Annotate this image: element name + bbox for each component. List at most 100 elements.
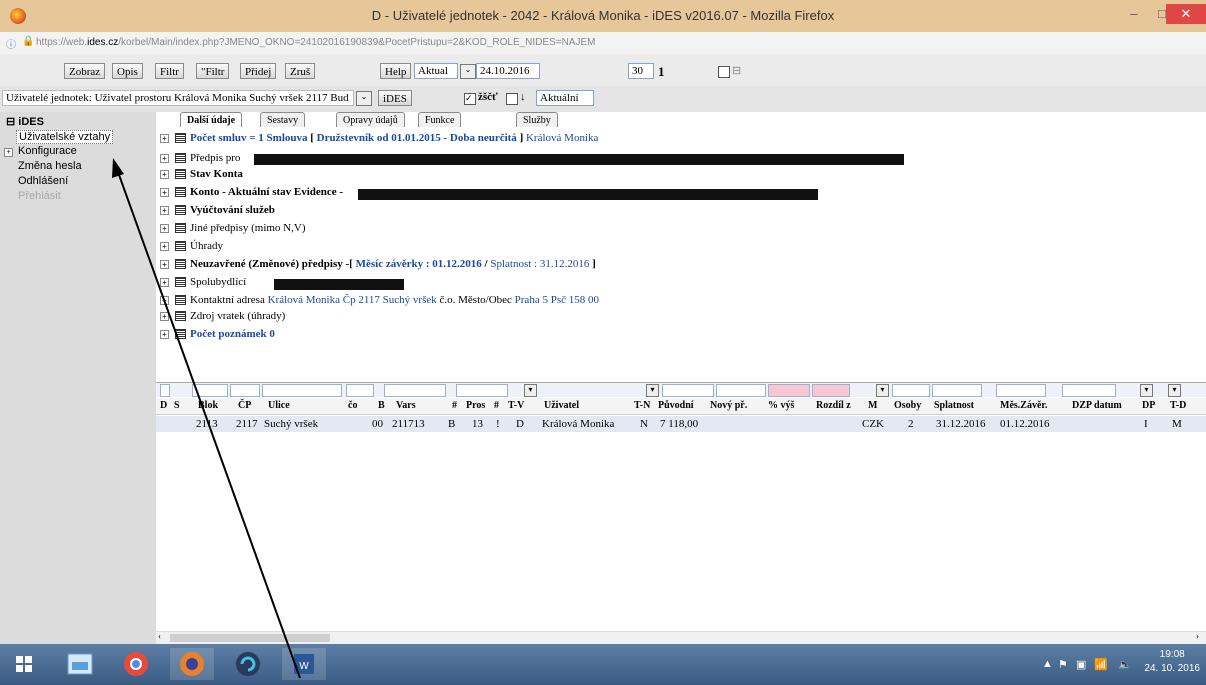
filter-input[interactable] xyxy=(812,384,850,397)
expand-icon[interactable]: + xyxy=(160,187,169,197)
sidebar-item-zmena-hesla[interactable]: Změna hesla xyxy=(18,160,82,172)
chrome-icon[interactable] xyxy=(114,648,158,680)
sort-checkbox[interactable] xyxy=(506,93,518,105)
filter-input[interactable] xyxy=(1062,384,1116,397)
filter-input[interactable] xyxy=(716,384,766,397)
expand-icon[interactable]: + xyxy=(160,223,169,233)
column-header[interactable]: DZP datum xyxy=(1072,400,1122,411)
aktual-select[interactable]: Aktual xyxy=(414,63,458,79)
app-icon[interactable] xyxy=(226,648,270,680)
column-header[interactable]: T-D xyxy=(1170,400,1186,411)
chevron-down-icon[interactable]: ⌄ xyxy=(356,91,372,106)
expand-icon[interactable]: + xyxy=(160,295,169,305)
toolbar-checkbox[interactable] xyxy=(718,66,730,78)
pridej-button[interactable]: Přidej xyxy=(240,63,277,79)
filter-input[interactable] xyxy=(192,384,228,397)
filter-input[interactable] xyxy=(384,384,446,397)
filter-input[interactable] xyxy=(768,384,810,397)
address-bar[interactable]: ⓘ 🔒 https://web.ides.cz/korbel/Main/inde… xyxy=(0,32,1206,55)
filter-input[interactable] xyxy=(230,384,260,397)
chevron-down-icon[interactable]: ⌄ xyxy=(460,64,476,79)
column-header[interactable]: # xyxy=(452,400,457,411)
chevron-down-icon[interactable]: ▾ xyxy=(1168,384,1181,397)
expand-icon[interactable]: + xyxy=(160,241,169,251)
column-header[interactable]: Blok xyxy=(198,400,218,411)
column-header[interactable]: B xyxy=(378,400,385,411)
filter-input[interactable] xyxy=(262,384,342,397)
filtr-button[interactable]: Filtr xyxy=(155,63,184,79)
filter-input[interactable] xyxy=(996,384,1046,397)
sidebar-item-prehlasit[interactable]: Přehlásit xyxy=(18,190,61,202)
scroll-right-icon[interactable]: › xyxy=(1196,631,1199,641)
detail-row-poznamky[interactable]: + Počet poznámek 0 xyxy=(160,328,275,342)
column-header[interactable]: Ulice xyxy=(268,400,290,411)
clock[interactable]: 19:08 24. 10. 2016 xyxy=(1144,648,1200,676)
column-header[interactable]: DP xyxy=(1142,400,1155,411)
file-explorer-icon[interactable] xyxy=(58,648,102,680)
firefox-taskbar-icon[interactable] xyxy=(170,648,214,680)
detail-row-zdroj-vratek[interactable]: + Zdroj vratek (úhrady) xyxy=(160,310,285,324)
column-header[interactable]: ČP xyxy=(238,400,251,411)
detail-row-uhrady[interactable]: + Úhrady xyxy=(160,240,223,254)
column-header[interactable]: % výš xyxy=(768,400,794,411)
column-header[interactable]: D xyxy=(160,400,167,411)
display-icon[interactable]: ▣ xyxy=(1076,658,1086,671)
chevron-down-icon[interactable]: ▾ xyxy=(1140,384,1153,397)
column-header[interactable]: M xyxy=(868,400,877,411)
context-select[interactable]: Uživatelé jednotek: Uživatel prostoru Kr… xyxy=(2,90,354,106)
scroll-left-icon[interactable]: ‹ xyxy=(158,631,161,641)
filter-input[interactable] xyxy=(456,384,508,397)
zobraz-button[interactable]: Zobraz xyxy=(64,63,106,79)
tab-sestavy[interactable]: Sestavy xyxy=(260,112,306,127)
detail-row-jine-predpisy[interactable]: + Jiné předpisy (mimo N,V) xyxy=(160,222,305,236)
column-header[interactable]: Původní xyxy=(658,400,694,411)
expand-icon[interactable]: + xyxy=(160,153,169,163)
detail-row-smlouvy[interactable]: + Počet smluv = 1 Smlouva [ Družstevník o… xyxy=(160,132,598,146)
date-input[interactable]: 24.10.2016 xyxy=(476,63,540,79)
table-row[interactable]: 2113 2117 Suchý vršek 00 211713 B 13 ! D… xyxy=(156,416,1206,432)
minimize-button[interactable]: – xyxy=(1120,4,1148,24)
column-header[interactable]: # xyxy=(494,400,499,411)
detail-row-kontaktni-adresa[interactable]: + Kontaktní adresa Králová Monika Čp 2117… xyxy=(160,294,599,308)
expand-icon[interactable]: + xyxy=(160,329,169,339)
zsct-checkbox[interactable]: ✓ xyxy=(464,93,476,105)
page-size-input[interactable]: 30 xyxy=(628,63,654,79)
detail-row-spolubydlici[interactable]: + Spolubydlící xyxy=(160,276,246,290)
scrollbar-thumb[interactable] xyxy=(170,634,330,642)
tab-funkce[interactable]: Funkce xyxy=(418,112,462,127)
chevron-down-icon[interactable]: ▾ xyxy=(524,384,537,397)
sidebar-item-uzivatelske-vztahy[interactable]: Uživatelské vztahy xyxy=(16,130,114,144)
collapse-icon[interactable]: ⊟ xyxy=(732,64,741,77)
tray-expand-icon[interactable]: ▲ xyxy=(1042,658,1053,670)
column-header[interactable]: čo xyxy=(348,400,357,411)
expand-icon[interactable]: + xyxy=(160,169,169,179)
column-header[interactable]: Pros xyxy=(466,400,485,411)
detail-row-stav-konta[interactable]: + Stav Konta xyxy=(160,168,243,182)
filter-input[interactable] xyxy=(662,384,714,397)
sidebar-item-odhlaseni[interactable]: Odhlášení xyxy=(18,175,68,187)
detail-row-predpis[interactable]: + Předpis pro xyxy=(160,152,240,166)
column-header[interactable]: T-N xyxy=(634,400,650,411)
column-header[interactable]: Měs.Závěr. xyxy=(1000,400,1047,411)
filter-input[interactable] xyxy=(932,384,982,397)
help-button[interactable]: Help xyxy=(380,63,412,79)
column-header[interactable]: Vars xyxy=(396,400,416,411)
filter-input[interactable] xyxy=(346,384,374,397)
column-header[interactable]: T-V xyxy=(508,400,524,411)
volume-icon[interactable]: 🔈 xyxy=(1118,658,1132,671)
filter-input[interactable] xyxy=(160,384,170,397)
column-header[interactable]: Uživatel xyxy=(544,400,579,411)
column-header[interactable]: S xyxy=(174,400,180,411)
detail-row-konto[interactable]: + Konto - Aktuální stav Evidence - xyxy=(160,186,343,200)
flag-icon[interactable]: ⚑ xyxy=(1058,658,1068,671)
filter-input[interactable] xyxy=(892,384,930,397)
opis-button[interactable]: Opis xyxy=(112,63,143,79)
not-filtr-button[interactable]: "Filtr xyxy=(196,63,230,79)
expand-icon[interactable]: + xyxy=(4,148,13,157)
detail-row-neuzavrene[interactable]: + Neuzavřené (Změnové) předpisy -[ Měsíc … xyxy=(160,258,596,272)
signal-icon[interactable]: 📶 xyxy=(1094,658,1108,671)
word-icon[interactable]: W xyxy=(282,648,326,680)
aktualni-select[interactable]: Aktuální xyxy=(536,90,594,106)
expand-icon[interactable]: + xyxy=(160,311,169,321)
expand-icon[interactable]: + xyxy=(160,133,169,143)
